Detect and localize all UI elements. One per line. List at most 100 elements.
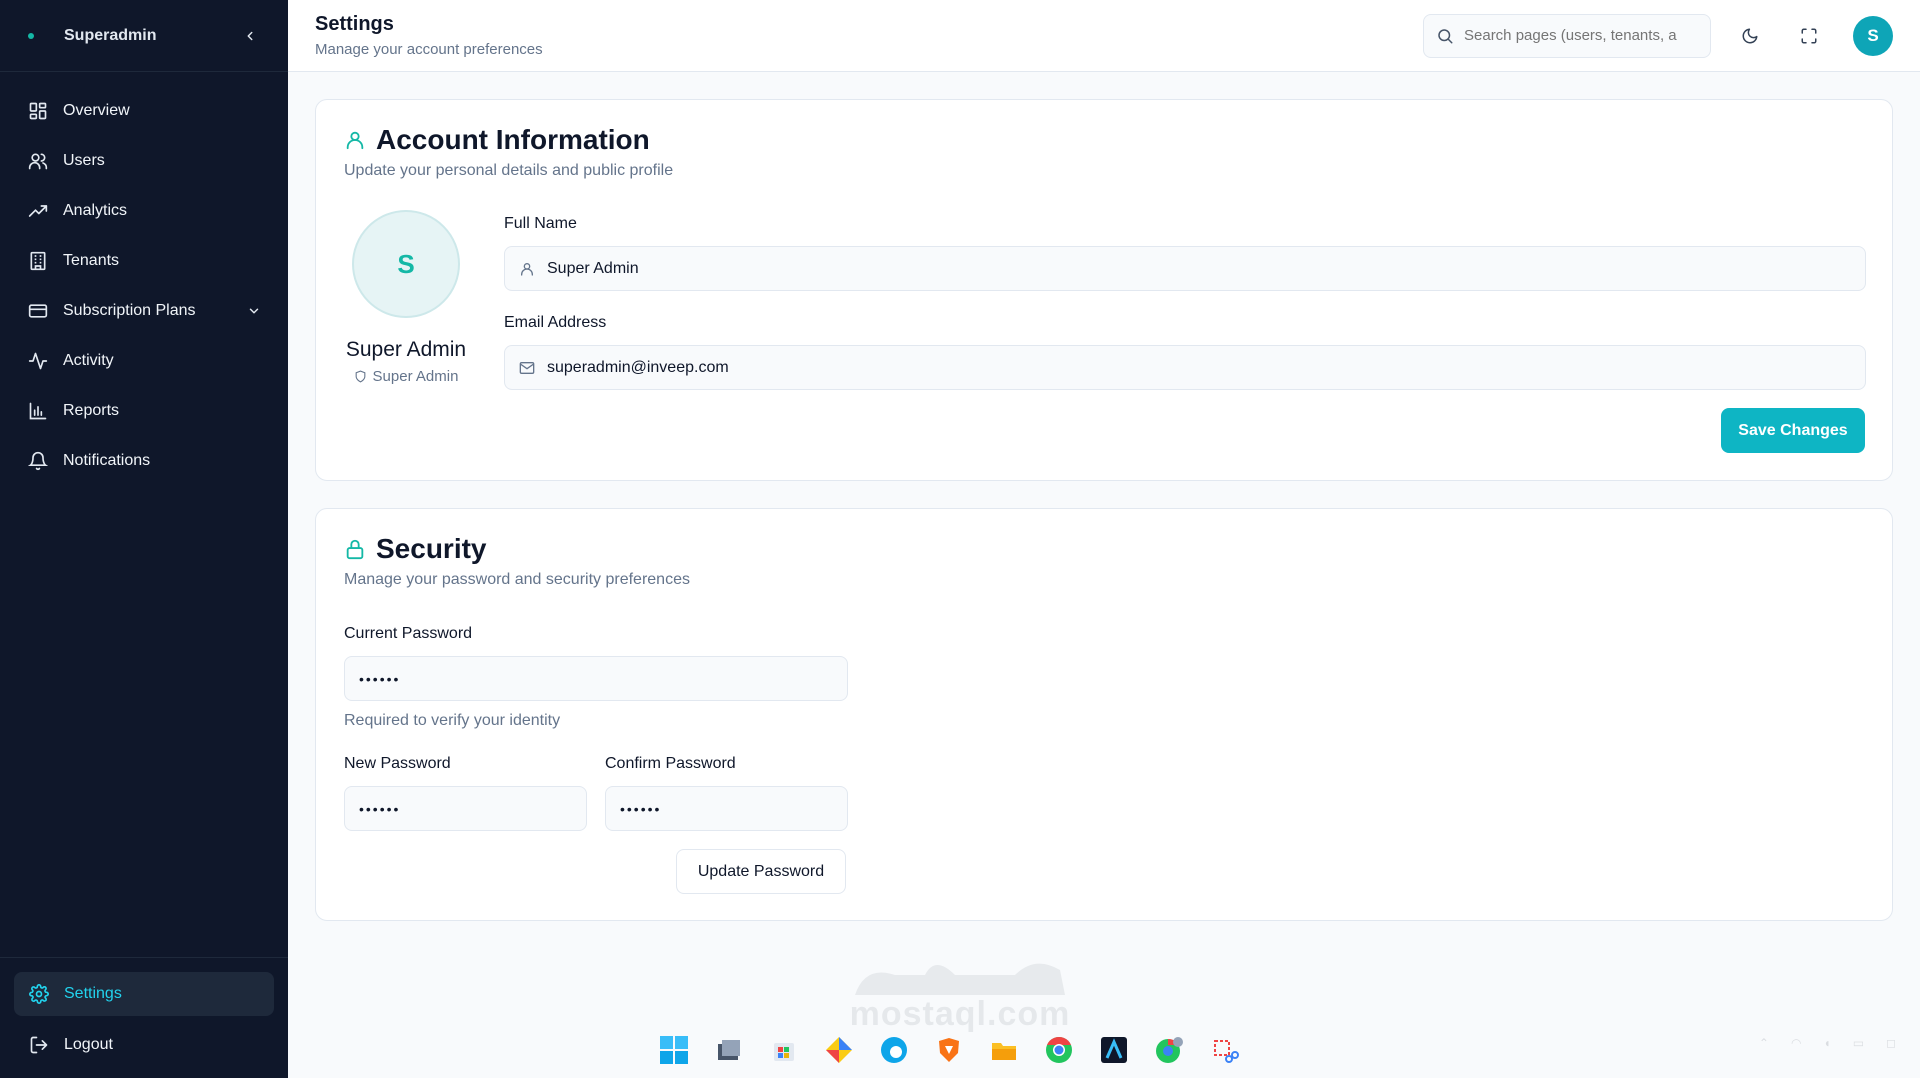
trending-up-icon bbox=[27, 200, 49, 222]
current-password-input[interactable] bbox=[359, 670, 833, 687]
sidebar-item-label: Activity bbox=[63, 352, 114, 369]
sidebar-item-label: Reports bbox=[63, 402, 120, 419]
new-password-label: New Password bbox=[344, 755, 451, 772]
confirm-password-field[interactable] bbox=[605, 786, 848, 831]
logout-label: Logout bbox=[64, 1036, 113, 1053]
taskbar-chrome[interactable] bbox=[1040, 1031, 1078, 1069]
sidebar-item-subscription-plans[interactable]: Subscription Plans bbox=[0, 286, 288, 336]
profile-name: Super Admin bbox=[345, 338, 467, 361]
profile-avatar: S bbox=[352, 210, 460, 318]
tray-chevron-icon[interactable]: ⌃ bbox=[1759, 1036, 1769, 1050]
chrome-profile-icon bbox=[1156, 1037, 1183, 1063]
sidebar-item-analytics[interactable]: Analytics bbox=[0, 186, 288, 236]
brand-logo-icon bbox=[28, 32, 34, 39]
user-avatar-button[interactable]: S bbox=[1853, 15, 1893, 56]
profile-role-text: Super Admin bbox=[372, 368, 459, 385]
security-card: Security Manage your password and securi… bbox=[315, 508, 1893, 921]
taskbar-app-diamond[interactable] bbox=[820, 1031, 858, 1069]
update-password-button[interactable]: Update Password bbox=[676, 849, 846, 894]
taskbar-task-view[interactable] bbox=[710, 1031, 748, 1069]
chevron-left-icon bbox=[247, 31, 253, 40]
collapse-sidebar-button[interactable] bbox=[240, 26, 260, 46]
current-password-field[interactable] bbox=[344, 656, 848, 701]
diamond-app-icon bbox=[826, 1037, 852, 1063]
activity-icon bbox=[27, 350, 49, 372]
logout-icon bbox=[28, 1034, 50, 1056]
building-icon bbox=[27, 250, 49, 272]
chevron-down-icon[interactable] bbox=[247, 304, 261, 318]
profile-summary: S Super Admin Super Admin bbox=[344, 210, 468, 385]
full-name-field[interactable] bbox=[504, 246, 1866, 291]
taskbar-brave[interactable] bbox=[930, 1031, 968, 1069]
shield-icon bbox=[354, 370, 367, 383]
security-title-text: Security bbox=[376, 533, 487, 564]
sidebar-item-notifications[interactable]: Notifications bbox=[0, 436, 288, 486]
tray-wifi-icon[interactable]: ◠ bbox=[1791, 1036, 1801, 1050]
confirm-password-input[interactable] bbox=[620, 800, 833, 817]
page-heading: Settings Manage your account preferences bbox=[315, 13, 1423, 58]
new-password-field[interactable] bbox=[344, 786, 587, 831]
sidebar-item-tenants[interactable]: Tenants bbox=[0, 236, 288, 286]
confirm-password-label: Confirm Password bbox=[605, 755, 736, 772]
sidebar-footer: Settings Logout bbox=[0, 957, 288, 1078]
taskbar-snipping-tool[interactable] bbox=[1205, 1031, 1243, 1069]
taskbar-edge[interactable] bbox=[875, 1031, 913, 1069]
current-password-hint: Required to verify your identity bbox=[344, 712, 561, 729]
sidebar-item-activity[interactable]: Activity bbox=[0, 336, 288, 386]
email-field[interactable] bbox=[504, 345, 1866, 390]
sidebar-header: Superadmin bbox=[0, 0, 288, 72]
sidebar-item-overview[interactable]: Overview bbox=[0, 86, 288, 136]
account-card-description: Update your personal details and public … bbox=[344, 162, 674, 179]
start-button[interactable] bbox=[655, 1031, 693, 1069]
fullscreen-button[interactable] bbox=[1789, 16, 1829, 56]
full-name-input[interactable] bbox=[547, 259, 1851, 278]
users-icon bbox=[27, 150, 49, 172]
os-taskbar bbox=[655, 1027, 1260, 1073]
brave-browser-icon bbox=[939, 1038, 959, 1062]
sidebar-item-reports[interactable]: Reports bbox=[0, 386, 288, 436]
letter-a-app-icon bbox=[1101, 1037, 1127, 1063]
moon-icon bbox=[1742, 28, 1758, 43]
email-input[interactable] bbox=[547, 358, 1851, 377]
full-name-label: Full Name bbox=[504, 215, 577, 232]
windows-start-icon bbox=[660, 1036, 688, 1064]
security-card-description: Manage your password and security prefer… bbox=[344, 571, 690, 588]
tray-volume-icon[interactable]: ◖ bbox=[1823, 1036, 1830, 1050]
store-icon bbox=[774, 1043, 794, 1061]
sidebar-item-users[interactable]: Users bbox=[0, 136, 288, 186]
tray-battery-icon[interactable]: ▭ bbox=[1853, 1036, 1864, 1050]
sidebar-item-label: Analytics bbox=[63, 202, 128, 219]
save-changes-button[interactable]: Save Changes bbox=[1721, 408, 1865, 453]
new-password-input[interactable] bbox=[359, 800, 572, 817]
bell-icon bbox=[27, 450, 49, 472]
gear-icon bbox=[28, 983, 50, 1005]
taskbar-chrome-profile[interactable] bbox=[1150, 1031, 1188, 1069]
folder-icon bbox=[992, 1043, 1016, 1060]
security-card-title: Security bbox=[344, 533, 690, 565]
taskbar-app-a[interactable] bbox=[1095, 1031, 1133, 1069]
search-bar[interactable] bbox=[1423, 13, 1711, 58]
logout-button[interactable]: Logout bbox=[14, 1020, 274, 1070]
theme-toggle-button[interactable] bbox=[1730, 16, 1770, 56]
task-view-icon bbox=[718, 1040, 740, 1060]
email-label: Email Address bbox=[504, 314, 607, 331]
lock-icon bbox=[344, 538, 366, 560]
taskbar-store[interactable] bbox=[765, 1031, 803, 1069]
top-header: Settings Manage your account preferences… bbox=[288, 0, 1920, 72]
sidebar-item-label: Subscription Plans bbox=[63, 302, 196, 319]
search-input[interactable] bbox=[1464, 27, 1698, 44]
system-tray: ⌃ ◠ ◖ ▭ ◻ bbox=[1759, 1036, 1896, 1050]
sidebar-item-label: Settings bbox=[64, 985, 122, 1002]
profile-role: Super Admin bbox=[344, 368, 468, 385]
grid-icon bbox=[27, 100, 49, 122]
chrome-browser-icon bbox=[1046, 1037, 1072, 1063]
sidebar-item-label: Notifications bbox=[63, 452, 151, 469]
sidebar-item-label: Tenants bbox=[63, 252, 120, 269]
user-icon bbox=[344, 129, 366, 151]
account-card-title: Account Information bbox=[344, 124, 673, 156]
taskbar-file-explorer[interactable] bbox=[985, 1031, 1023, 1069]
sidebar-item-settings[interactable]: Settings bbox=[14, 972, 274, 1016]
page-subtitle: Manage your account preferences bbox=[315, 41, 543, 58]
tray-notification-icon[interactable]: ◻ bbox=[1886, 1036, 1896, 1050]
sidebar: Superadmin Overview Users Analytics Tena… bbox=[0, 0, 288, 1078]
